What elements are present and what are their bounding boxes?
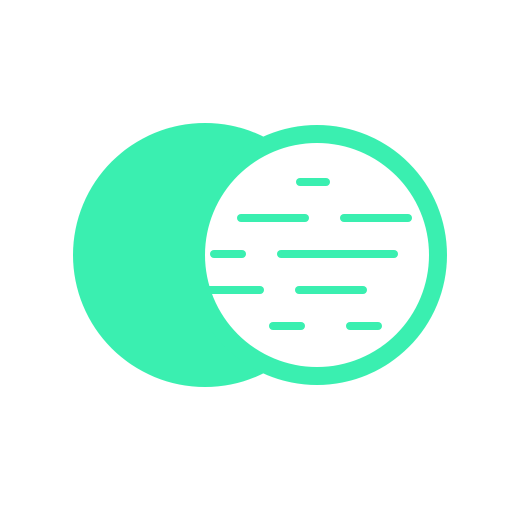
icon-canvas (0, 0, 512, 512)
overlapping-planets-icon (73, 123, 447, 387)
